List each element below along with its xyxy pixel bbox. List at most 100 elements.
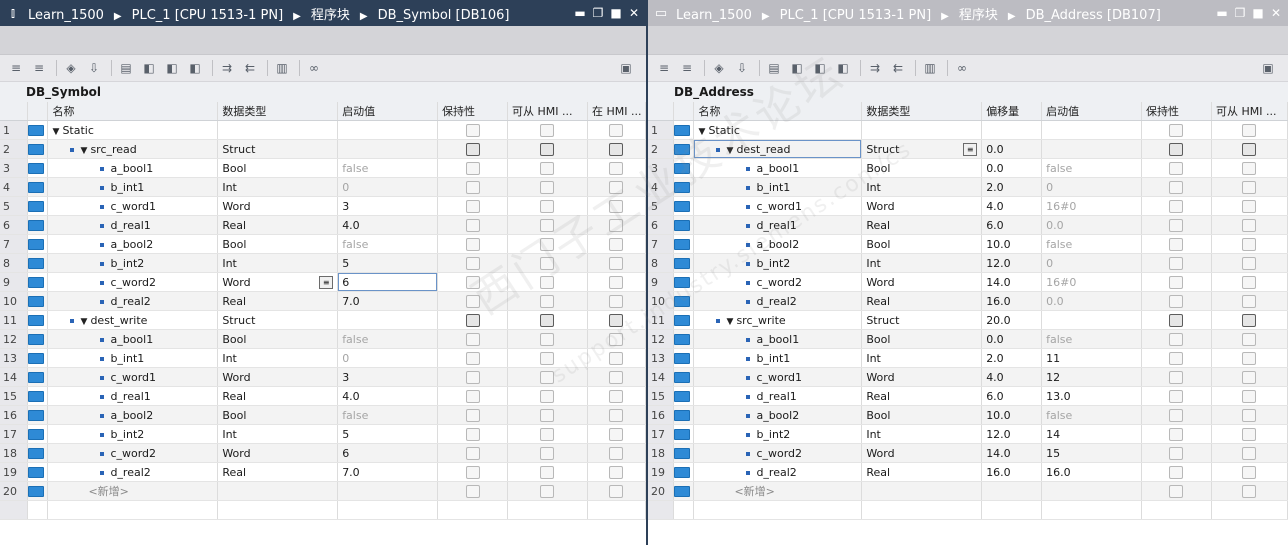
checkbox[interactable] bbox=[465, 446, 480, 460]
name-cell[interactable]: b_int2 bbox=[47, 253, 219, 273]
expand-arrow-icon[interactable]: ▼ bbox=[698, 127, 708, 137]
checkbox[interactable] bbox=[540, 408, 555, 422]
table-row[interactable]: 6 d_real1 Real 4.0 bbox=[0, 215, 646, 235]
data-type-cell[interactable]: Int bbox=[217, 177, 339, 197]
data-type-cell[interactable]: Int bbox=[217, 253, 339, 273]
expand-icon[interactable]: ⇉ bbox=[865, 59, 885, 77]
checkbox[interactable] bbox=[1169, 446, 1184, 460]
start-value-cell[interactable]: 12 bbox=[1041, 367, 1143, 387]
checkbox-cell[interactable] bbox=[1211, 272, 1288, 292]
checkbox-cell[interactable] bbox=[507, 443, 588, 463]
checkbox-cell[interactable] bbox=[587, 443, 646, 463]
checkbox-cell[interactable] bbox=[437, 253, 508, 273]
column-header[interactable]: 在 HMI ... bbox=[587, 102, 646, 121]
expand-arrow-icon[interactable]: ▼ bbox=[80, 146, 90, 156]
data-type-cell[interactable]: Bool bbox=[217, 158, 339, 178]
checkbox[interactable] bbox=[1169, 218, 1184, 232]
start-value-cell[interactable]: 0.0 bbox=[1041, 291, 1143, 311]
checkbox-cell[interactable] bbox=[1141, 234, 1212, 254]
name-cell[interactable]: a_bool1 bbox=[693, 329, 863, 349]
data-type-cell[interactable]: Int bbox=[217, 424, 339, 444]
checkbox[interactable] bbox=[1169, 180, 1184, 194]
checkbox-cell[interactable] bbox=[437, 272, 508, 292]
breadcrumb-item[interactable]: PLC_1 [CPU 1513-1 PN] bbox=[778, 8, 934, 23]
table-row[interactable]: 18 c_word2 Word 6 bbox=[0, 443, 646, 463]
name-cell[interactable]: b_int2 bbox=[693, 424, 863, 444]
checkbox[interactable] bbox=[540, 427, 555, 441]
name-cell[interactable]: a_bool2 bbox=[47, 234, 219, 254]
start-value-cell[interactable] bbox=[1041, 120, 1143, 140]
table-row[interactable]: 5 c_word1 Word 4.0 16#0 bbox=[648, 196, 1288, 216]
name-cell[interactable]: a_bool1 bbox=[47, 158, 219, 178]
start-value-cell[interactable]: 11 bbox=[1041, 348, 1143, 368]
checkbox-cell[interactable] bbox=[1141, 158, 1212, 178]
checkbox-cell[interactable] bbox=[507, 329, 588, 349]
checkbox[interactable] bbox=[1242, 389, 1257, 403]
checkbox-cell[interactable] bbox=[587, 367, 646, 387]
checkbox-cell[interactable] bbox=[437, 481, 508, 501]
start-value-cell[interactable] bbox=[1041, 481, 1143, 501]
checkbox-cell[interactable] bbox=[507, 196, 588, 216]
checkbox-cell[interactable] bbox=[1141, 120, 1212, 140]
checkbox-cell[interactable] bbox=[507, 367, 588, 387]
data-type-cell[interactable]: Real bbox=[217, 462, 339, 482]
checkbox-cell[interactable] bbox=[437, 139, 508, 159]
start-value-cell[interactable]: 16#0 bbox=[1041, 196, 1143, 216]
table-row[interactable]: 16 a_bool2 Bool 10.0 false bbox=[648, 405, 1288, 425]
checkbox-cell[interactable] bbox=[1211, 234, 1288, 254]
table-row[interactable]: 10 d_real2 Real 7.0 bbox=[0, 291, 646, 311]
table-row[interactable]: 10 d_real2 Real 16.0 0.0 bbox=[648, 291, 1288, 311]
load-snapshot-icon[interactable]: ◧ bbox=[810, 59, 830, 77]
monitor-icon[interactable]: ◈ bbox=[709, 59, 729, 77]
checkbox[interactable] bbox=[540, 389, 555, 403]
checkbox[interactable] bbox=[1242, 465, 1257, 479]
name-cell[interactable]: c_word2 bbox=[47, 443, 219, 463]
name-cell[interactable]: b_int1 bbox=[693, 177, 863, 197]
name-cell[interactable]: a_bool2 bbox=[693, 234, 863, 254]
name-cell[interactable]: <新增> bbox=[47, 481, 219, 501]
window-icon[interactable]: ▭ bbox=[648, 6, 674, 21]
data-type-cell[interactable]: Struct bbox=[861, 310, 983, 330]
close-icon[interactable]: ✕ bbox=[1270, 6, 1282, 20]
expand-arrow-icon[interactable]: ▼ bbox=[80, 317, 90, 327]
checkbox[interactable] bbox=[465, 332, 480, 346]
checkbox[interactable] bbox=[465, 294, 480, 308]
checkbox[interactable] bbox=[1169, 389, 1184, 403]
checkbox[interactable] bbox=[1169, 123, 1184, 137]
checkbox[interactable] bbox=[465, 256, 480, 270]
name-cell[interactable]: b_int1 bbox=[693, 348, 863, 368]
data-type-cell[interactable]: Int bbox=[217, 348, 339, 368]
table-row[interactable]: 19 d_real2 Real 16.0 16.0 bbox=[648, 462, 1288, 482]
start-value-cell[interactable]: false bbox=[337, 158, 439, 178]
checkbox-cell[interactable] bbox=[507, 272, 588, 292]
data-type-cell[interactable] bbox=[861, 120, 983, 140]
checkbox-cell[interactable] bbox=[1141, 310, 1212, 330]
start-value-cell[interactable] bbox=[1041, 310, 1143, 330]
checkbox[interactable] bbox=[540, 142, 555, 156]
start-value-cell[interactable]: 16.0 bbox=[1041, 462, 1143, 482]
table-row[interactable]: 4 b_int1 Int 0 bbox=[0, 177, 646, 197]
start-value-cell[interactable]: false bbox=[1041, 234, 1143, 254]
maximize-icon[interactable]: ■ bbox=[1252, 6, 1264, 20]
checkbox[interactable] bbox=[1242, 161, 1257, 175]
checkbox-cell[interactable] bbox=[507, 310, 588, 330]
checkbox[interactable] bbox=[540, 256, 555, 270]
checkbox-cell[interactable] bbox=[437, 405, 508, 425]
checkbox[interactable] bbox=[609, 142, 624, 156]
checkbox-cell[interactable] bbox=[437, 177, 508, 197]
checkbox-cell[interactable] bbox=[587, 139, 646, 159]
checkbox[interactable] bbox=[465, 218, 480, 232]
checkbox[interactable] bbox=[1169, 465, 1184, 479]
data-type-cell[interactable]: Int bbox=[861, 253, 983, 273]
data-type-cell[interactable]: Real bbox=[861, 386, 983, 406]
checkbox[interactable] bbox=[1242, 408, 1257, 422]
checkbox-cell[interactable] bbox=[437, 367, 508, 387]
checkbox-cell[interactable] bbox=[437, 120, 508, 140]
start-value-cell[interactable]: 0 bbox=[337, 348, 439, 368]
start-value-cell[interactable] bbox=[337, 481, 439, 501]
checkbox[interactable] bbox=[540, 370, 555, 384]
start-value-cell[interactable]: 0 bbox=[1041, 177, 1143, 197]
checkbox[interactable] bbox=[540, 294, 555, 308]
checkbox[interactable] bbox=[540, 123, 555, 137]
data-type-cell[interactable]: Bool bbox=[861, 158, 983, 178]
